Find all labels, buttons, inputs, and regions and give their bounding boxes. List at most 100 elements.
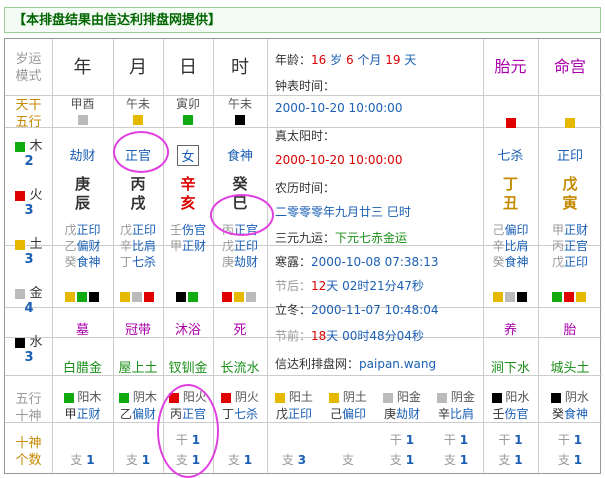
wuxing-4-square (15, 337, 26, 348)
right-elem-1: 阴水癸食神 (538, 389, 602, 423)
elem-god: 正印 (288, 407, 313, 421)
elem-stem: 辛 (437, 407, 450, 421)
branch-pair-square (77, 114, 88, 125)
pillar-count-1-zhi: 支 1 (113, 451, 163, 468)
jieqian-line: 节前：18天 00时48分04秒 (275, 327, 424, 344)
pillar-hidden-0-2: 癸食神 (52, 253, 113, 270)
branch-pair-square (133, 114, 143, 125)
pillar-ten-god-0: 劫财 (69, 149, 96, 164)
age-label: 年龄： (275, 53, 312, 67)
pillar-nayin-3: 长流水 (220, 361, 260, 376)
wuxing-count-value: 3 (24, 350, 34, 365)
right-ten-god-0: 七杀 (497, 149, 524, 164)
pillar-title-0: 年 (73, 57, 92, 78)
sanyuan-label: 三元九运： (275, 231, 336, 245)
branch-pair-text: 寅卯 (175, 97, 200, 111)
hidden-god: 伤官 (182, 223, 207, 237)
elem-square (383, 392, 394, 403)
branch-pair-text: 甲酉 (70, 97, 95, 111)
elem-label: 阴水 (561, 390, 589, 404)
zhi-label: 支 (70, 453, 87, 467)
pillar-stage-1: 冠带 (124, 323, 151, 338)
right-elem-0: 阳水 壬伤官 (483, 389, 538, 423)
age-y-unit: 岁 (326, 53, 346, 67)
elem-god: 食神 (564, 407, 589, 421)
pillar-branch-pair-0: 甲酉 (52, 97, 113, 127)
hidden-god: 食神 (76, 255, 101, 269)
zhi-label: 支 (125, 453, 142, 467)
elem-row2: 癸食神 (538, 406, 602, 423)
elem-label: 阴金 (447, 390, 475, 404)
bazi-chart: 【本排盘结果由信达利排盘网提供】 岁运 模式 天干 五行 木2 火3 土3 金4 水3… (0, 0, 605, 478)
hanlu-value: 2000-10-08 07:38:13 (311, 255, 439, 269)
elem-god: 偏印 (342, 407, 367, 421)
elem-label: 阴木 (129, 390, 157, 404)
wuxing-name: 金 (25, 286, 43, 301)
col-square (565, 117, 575, 128)
zhi-count: 1 (243, 453, 253, 467)
pillar-branch-pair-1: 午未 (113, 97, 163, 127)
zhi-label: 支 (557, 453, 574, 467)
clock-label-line: 钟表时间： (275, 77, 335, 94)
wuxing-count: 土3 (7, 233, 51, 267)
elem-label: 阴土 (339, 390, 367, 404)
elem-label: 阳水 (501, 390, 530, 404)
solar-label: 真太阳时： (275, 129, 336, 143)
hidden-god: 比肩 (504, 239, 529, 253)
wuxing-row: 火 (7, 184, 51, 203)
right-stage-0: 养 (503, 323, 517, 338)
dot-square (120, 291, 130, 302)
pillar-title-3: 时 (231, 57, 249, 78)
elem-row2: 戊正印 (267, 406, 321, 423)
wuxing-row: 土 (7, 233, 51, 252)
left-label: 五行 十神 (5, 391, 52, 425)
solar-label-line: 真太阳时： (275, 127, 335, 144)
wuxing-2-square (15, 239, 26, 250)
col-square (505, 117, 516, 128)
hidden-stem: 庚 (221, 255, 234, 269)
left-label-line: 岁运 (15, 52, 42, 67)
gan: 丁 (502, 175, 518, 193)
dot-square (234, 291, 244, 302)
hidden-god: 正财 (182, 239, 207, 253)
right-hidden-0-2: 癸食神 (483, 253, 538, 270)
wuxing-count: 木2 (7, 135, 51, 169)
hidden-god: 正财 (564, 223, 589, 237)
lidong-line: 立冬：2000-11-07 10:48:04 (275, 301, 438, 318)
hidden-stem: 癸 (492, 255, 505, 269)
gan-label: 干 (498, 433, 515, 447)
elem-row2: 己偏印 (321, 406, 375, 423)
pillar-hidden-1-1: 辛比肩 (113, 237, 163, 254)
lunar-value: 二零零零年九月廿三 巳时 (275, 205, 411, 219)
elem-label: 阳金 (393, 390, 421, 404)
pillar-branch-pair-2: 寅卯 (163, 97, 213, 127)
hidden-god: 正印 (132, 223, 157, 237)
right-count-0-zhi: 支 1 (483, 451, 538, 468)
elem-row1: 阳土 (267, 389, 321, 406)
elem-stem: 甲 (64, 407, 77, 421)
hidden-god: 正印 (564, 255, 589, 269)
elem-god: 偏财 (132, 407, 157, 421)
lunar-label: 农历时间： (275, 181, 336, 195)
right-count-1-gan: 干 1 (538, 431, 602, 448)
age-day: 19 (385, 53, 401, 67)
elem-row2: 庚劫财 (375, 406, 429, 423)
lunar-label-line: 农历时间： (275, 179, 335, 196)
zhi-count: 1 (573, 453, 583, 467)
wuxing-name: 土 (25, 237, 43, 252)
hidden-stem: 甲 (169, 239, 182, 253)
wuxing-name: 木 (25, 139, 43, 154)
right-stage-1: 胎 (563, 323, 577, 338)
elem-square (491, 392, 502, 403)
pillar-elem-0: 阳木 甲正财 (52, 389, 113, 423)
left-label-line: 天干 (15, 98, 42, 113)
zhi: 戌 (130, 194, 146, 212)
zhi-label: 支 (341, 453, 354, 467)
pillar-nayin-0: 白腊金 (62, 361, 102, 376)
site-value: paipan.wang (359, 357, 437, 371)
lunar-value-line: 二零零零年九月廿三 巳时 (275, 203, 411, 220)
hidden-god: 劫财 (234, 255, 259, 269)
clock-label: 钟表时间： (275, 79, 336, 93)
zhi: 辰 (74, 194, 90, 212)
wuxing-row: 金 (7, 282, 51, 301)
